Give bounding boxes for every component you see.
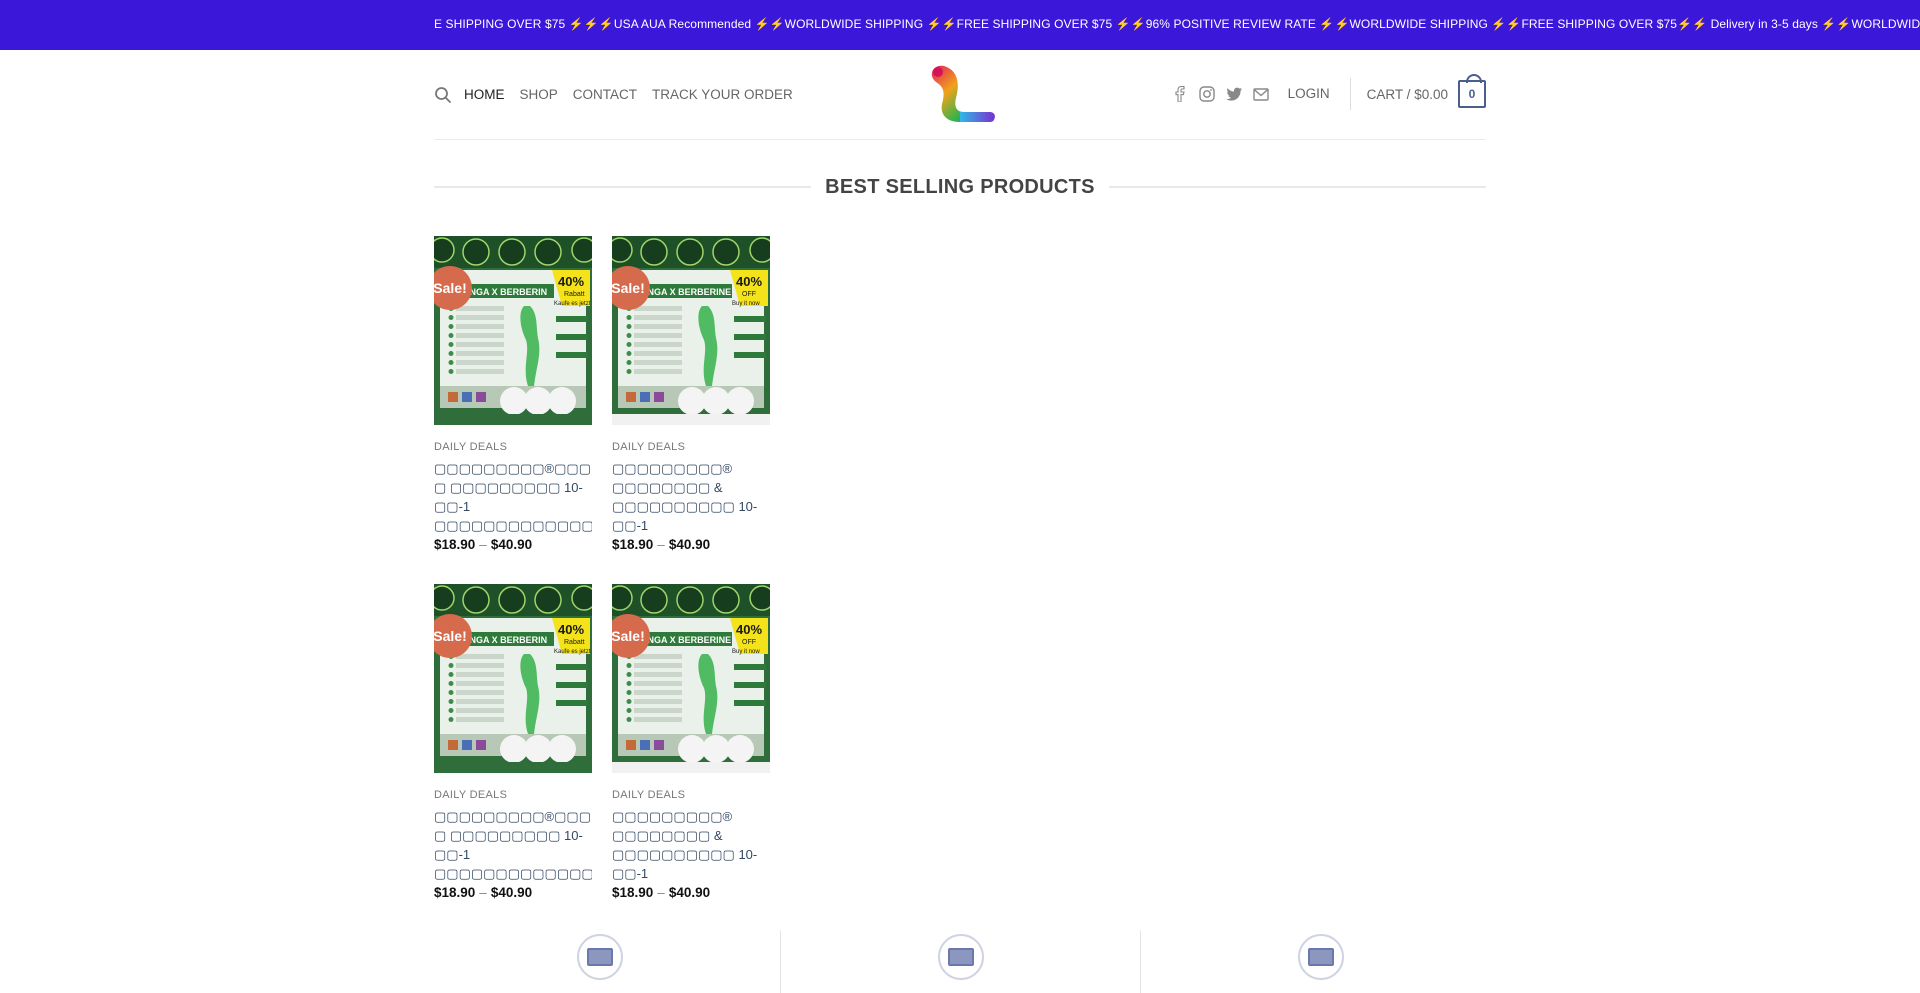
product-image-discount: 40% <box>558 274 584 289</box>
product-category[interactable]: DAILY DEALS <box>612 789 770 801</box>
product-photo: MORINGA X BERBERIN 40% Rabatt Kaufe es j… <box>434 584 592 773</box>
price-max: $40.90 <box>668 885 711 900</box>
price-max: $40.90 <box>490 885 533 900</box>
email-icon[interactable] <box>1253 86 1270 103</box>
product-image[interactable]: MORINGA X BERBERINE 40% OFF Buy it now S… <box>612 236 770 425</box>
product-title[interactable]: ▢▢▢▢▢▢▢▢▢®▢▢▢▢▢▢▢ ▢ ▢▢▢▢▢▢▢▢▢ 10-▢▢-1 ▢▢… <box>434 807 592 883</box>
heading-divider-right <box>1108 186 1486 188</box>
price-max: $40.90 <box>668 537 711 552</box>
feature-box <box>434 930 784 993</box>
product-category[interactable]: DAILY DEALS <box>434 441 592 453</box>
product-price: $18.90– $40.90 <box>612 885 770 900</box>
section-title: BEST SELLING PRODUCTS <box>825 175 1095 198</box>
product-category[interactable]: DAILY DEALS <box>434 789 592 801</box>
section-heading: BEST SELLING PRODUCTS <box>434 172 1486 202</box>
product-image-discount-suffix: Rabatt <box>564 639 585 646</box>
product-image-discount: 40% <box>736 622 762 637</box>
product-image-discount: 40% <box>558 622 584 637</box>
price-min: $18.90 <box>612 537 654 552</box>
cart-link[interactable]: CART / $0.00 0 <box>1367 74 1486 108</box>
feature-icon <box>938 934 984 980</box>
price-separator: – <box>479 885 487 900</box>
product-price: $18.90– $40.90 <box>612 537 770 552</box>
product-image[interactable]: MORINGA X BERBERIN 40% Rabatt Kaufe es j… <box>434 236 592 425</box>
facebook-icon[interactable] <box>1172 86 1189 103</box>
product-card[interactable]: MORINGA X BERBERINE 40% OFF Buy it now S… <box>612 584 770 900</box>
cart-count-badge: 0 <box>1458 74 1486 108</box>
price-min: $18.90 <box>612 885 654 900</box>
login-link[interactable]: LOGIN <box>1288 78 1351 110</box>
product-title[interactable]: ▢▢▢▢▢▢▢▢▢®▢▢▢▢▢▢▢ ▢ ▢▢▢▢▢▢▢▢▢ 10-▢▢-1 ▢▢… <box>434 459 592 535</box>
feature-divider <box>780 930 781 993</box>
product-image-discount-suffix: Rabatt <box>564 291 585 298</box>
product-image-cta: Buy it now <box>732 301 760 307</box>
nav-item-contact[interactable]: CONTACT <box>573 87 637 102</box>
twitter-icon[interactable] <box>1225 86 1243 103</box>
product-category[interactable]: DAILY DEALS <box>612 441 770 453</box>
feature-box <box>1144 930 1494 993</box>
main-nav: HOME SHOP CONTACT TRACK YOUR ORDER <box>464 87 808 102</box>
product-image-cta: Kaufe es jetzt <box>554 649 591 655</box>
features-row <box>434 930 1486 993</box>
feature-icon <box>577 934 623 980</box>
price-separator: – <box>479 537 487 552</box>
product-image-discount-suffix: OFF <box>742 639 756 646</box>
price-separator: – <box>657 885 665 900</box>
cart-summary: CART / $0.00 <box>1367 87 1448 102</box>
announcement-text: E SHIPPING OVER $75 ⚡⚡⚡USA AUA Recommend… <box>434 17 1920 31</box>
product-photo: MORINGA X BERBERIN 40% Rabatt Kaufe es j… <box>434 236 592 425</box>
product-title[interactable]: ▢▢▢▢▢▢▢▢▢® ▢▢▢▢▢▢▢▢ & ▢▢▢▢▢▢▢▢▢▢ 10-▢▢-1… <box>612 459 770 535</box>
product-card[interactable]: MORINGA X BERBERIN 40% Rabatt Kaufe es j… <box>434 236 592 552</box>
product-photo: MORINGA X BERBERINE 40% OFF Buy it now <box>612 236 770 425</box>
feature-divider <box>1140 930 1141 993</box>
feature-icon <box>1298 934 1344 980</box>
product-price: $18.90– $40.90 <box>434 885 592 900</box>
site-logo[interactable] <box>924 60 998 128</box>
site-header: HOME SHOP CONTACT TRACK YOUR ORDER LOGIN… <box>434 50 1486 140</box>
search-icon[interactable] <box>434 86 452 104</box>
product-card[interactable]: MORINGA X BERBERINE 40% OFF Buy it now S… <box>612 236 770 552</box>
price-min: $18.90 <box>434 885 476 900</box>
price-min: $18.90 <box>434 537 476 552</box>
cart-label: CART / <box>1366 86 1411 102</box>
product-image-cta: Kaufe es jetzt <box>554 301 591 307</box>
product-image-discount-suffix: OFF <box>742 291 756 298</box>
instagram-icon[interactable] <box>1199 86 1216 103</box>
announcement-bar: E SHIPPING OVER $75 ⚡⚡⚡USA AUA Recommend… <box>0 0 1920 50</box>
feature-box <box>784 930 1134 993</box>
nav-item-shop[interactable]: SHOP <box>520 87 558 102</box>
heading-divider-left <box>434 186 812 188</box>
social-links <box>1172 86 1270 103</box>
nav-item-track-order[interactable]: TRACK YOUR ORDER <box>652 87 793 102</box>
price-separator: – <box>657 537 665 552</box>
product-title[interactable]: ▢▢▢▢▢▢▢▢▢® ▢▢▢▢▢▢▢▢ & ▢▢▢▢▢▢▢▢▢▢ 10-▢▢-1… <box>612 807 770 883</box>
product-photo: MORINGA X BERBERINE 40% OFF Buy it now <box>612 584 770 773</box>
header-actions: LOGIN CART / $0.00 0 <box>1172 74 1486 110</box>
cart-total: $0.00 <box>1414 86 1448 102</box>
product-card[interactable]: MORINGA X BERBERIN 40% Rabatt Kaufe es j… <box>434 584 592 900</box>
product-price: $18.90– $40.90 <box>434 537 592 552</box>
product-image[interactable]: MORINGA X BERBERINE 40% OFF Buy it now S… <box>612 584 770 773</box>
nav-item-home[interactable]: HOME <box>464 87 505 102</box>
price-max: $40.90 <box>490 537 533 552</box>
product-image[interactable]: MORINGA X BERBERIN 40% Rabatt Kaufe es j… <box>434 584 592 773</box>
product-image-cta: Buy it now <box>732 649 760 655</box>
product-image-discount: 40% <box>736 274 762 289</box>
